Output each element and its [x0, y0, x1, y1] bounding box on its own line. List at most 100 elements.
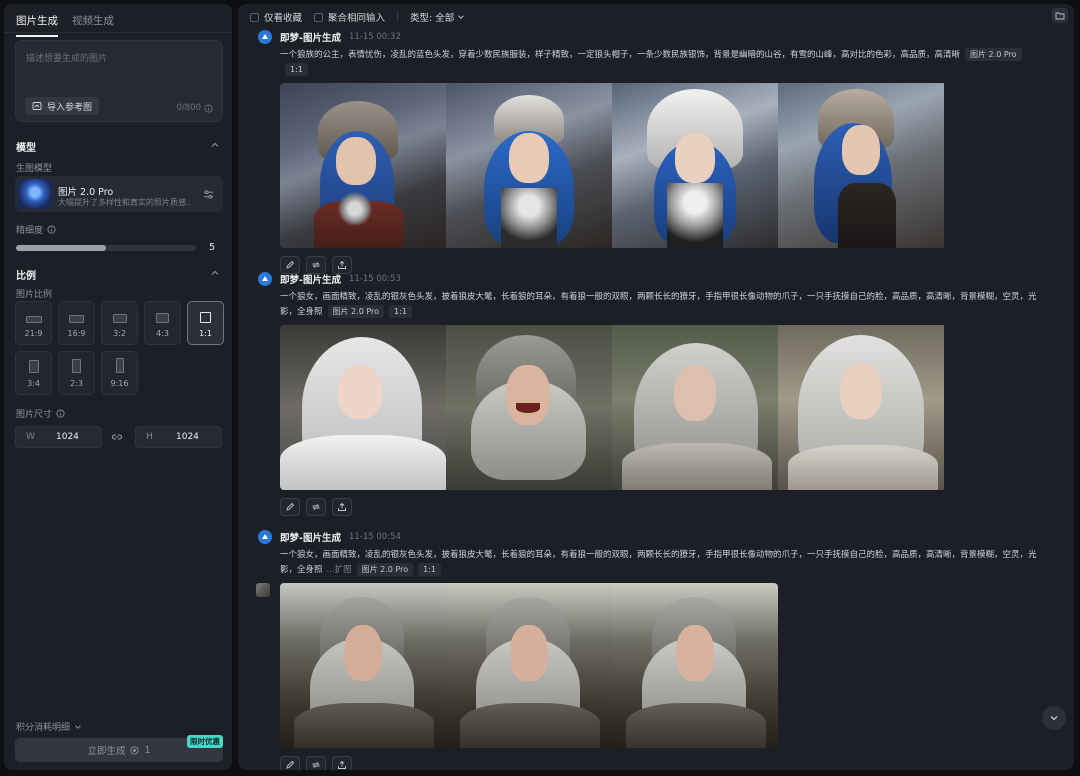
ratio-option-16-9[interactable]: 16:9 — [58, 301, 95, 345]
upload-icon — [338, 502, 346, 511]
left-panel: 图片生成 视频生成 描述想要生成的图片 导入参考图 0/800 模型 生图模型 … — [4, 4, 232, 770]
ratio-option-9-16[interactable]: 9:16 — [101, 351, 138, 395]
ratio-label: 9:16 — [110, 379, 129, 388]
model-section-title: 模型 — [16, 143, 36, 154]
type-filter-dropdown[interactable]: 类型: 全部 — [410, 10, 465, 24]
info-icon[interactable] — [47, 225, 56, 234]
detail-label-text: 精细度 — [16, 226, 44, 236]
info-icon[interactable] — [204, 103, 213, 113]
generated-image[interactable] — [778, 83, 944, 248]
width-input[interactable]: W 1024 — [15, 426, 102, 448]
ratio-option-3-2[interactable]: 3:2 — [101, 301, 138, 345]
import-reference-label: 导入参考图 — [47, 102, 93, 113]
settings-sliders-icon[interactable] — [203, 189, 214, 200]
repeat-icon — [312, 262, 320, 268]
chevron-up-icon[interactable] — [210, 140, 220, 150]
checkbox-box — [250, 12, 259, 22]
model-chip: 图片 2.0 Pro — [327, 305, 385, 318]
ratio-option-2-3[interactable]: 2:3 — [58, 351, 95, 395]
regenerate-button[interactable] — [306, 498, 326, 516]
ratio-option-21-9[interactable]: 21:9 — [15, 301, 52, 345]
ratio-label: 3:4 — [27, 379, 40, 388]
reference-image-thumbnail[interactable] — [256, 583, 270, 597]
ratio-option-4-3[interactable]: 4:3 — [144, 301, 181, 345]
folder-button[interactable] — [1052, 8, 1068, 23]
record-prompt[interactable]: 一个狼族的公主，表情忧伤，凌乱的蓝色头发，穿着少数民族服装，样子精致，一定狼头帽… — [280, 48, 1048, 78]
scroll-to-bottom-button[interactable] — [1042, 706, 1066, 730]
generation-record: 即梦-图片生成 11-15 00:32 一个狼族的公主，表情忧伤，凌乱的蓝色头发… — [258, 30, 1048, 274]
model-chip: 图片 2.0 Pro — [356, 563, 414, 576]
generated-image[interactable] — [612, 83, 778, 248]
ratio-shape — [72, 359, 81, 373]
share-button[interactable] — [332, 756, 352, 770]
ratio-chip: 1:1 — [389, 305, 412, 318]
detail-slider[interactable] — [16, 245, 196, 251]
tab-image-generation[interactable]: 图片生成 — [16, 13, 58, 37]
ratio-chip: 1:1 — [285, 63, 308, 76]
generated-image[interactable] — [280, 583, 446, 748]
credits-label: 积分消耗明细 — [16, 723, 71, 733]
results-toolbar: 仅看收藏 聚合相同输入 类型: 全部 — [250, 10, 465, 24]
ratio-section-title: 比例 — [16, 271, 36, 282]
import-reference-button[interactable]: 导入参考图 — [25, 97, 100, 115]
generated-image[interactable] — [612, 583, 778, 748]
generate-cost: 1 — [144, 744, 151, 756]
record-header: 即梦-图片生成 11-15 00:53 — [258, 272, 1048, 286]
detail-value: 5 — [209, 242, 216, 253]
model-thumbnail — [18, 179, 52, 209]
model-selector[interactable]: 图片 2.0 Pro 大幅提升了多样性和真实的照片质感... — [15, 176, 223, 212]
model-description: 大幅提升了多样性和真实的照片质感... — [58, 198, 190, 207]
pencil-icon — [286, 260, 295, 269]
ratio-option-1-1[interactable]: 1:1 — [187, 301, 224, 345]
edit-button[interactable] — [280, 498, 300, 516]
ratio-label: 21:9 — [24, 329, 43, 338]
height-input[interactable]: H 1024 — [135, 426, 222, 448]
generated-image[interactable] — [446, 83, 612, 248]
credits-detail-toggle[interactable]: 积分消耗明细 — [16, 720, 82, 733]
ratio-label: 4:3 — [156, 329, 169, 338]
upload-icon — [338, 260, 346, 269]
record-prompt[interactable]: 一个狼女，画面精致，凌乱的银灰色头发，披着狼皮大氅，长着狼的耳朵，有着狼一般的双… — [280, 290, 1048, 320]
merge-input-checkbox[interactable]: 聚合相同输入 — [314, 10, 385, 24]
folder-icon — [1055, 12, 1065, 20]
record-title: 即梦-图片生成 — [280, 275, 341, 286]
ratio-shape — [25, 316, 42, 323]
char-counter-text: 0/800 — [176, 103, 202, 113]
results-panel: 仅看收藏 聚合相同输入 类型: 全部 即梦-图片生成 11-15 00:32 一… — [238, 4, 1074, 770]
model-name: 图片 2.0 Pro — [58, 187, 114, 198]
generated-image[interactable] — [612, 325, 778, 490]
ratio-option-3-4[interactable]: 3:4 — [15, 351, 52, 395]
link-icon[interactable] — [111, 431, 123, 443]
generated-image[interactable] — [280, 83, 446, 248]
repeat-icon — [312, 762, 320, 768]
generated-image[interactable] — [446, 583, 612, 748]
dreamina-logo-icon — [258, 272, 272, 286]
height-key: H — [146, 432, 153, 442]
record-prompt-text: 一个狼族的公主，表情忧伤，凌乱的蓝色头发，穿着少数民族服装，样子精致，一定狼头帽… — [280, 50, 961, 60]
record-title: 即梦-图片生成 — [280, 533, 341, 544]
dreamina-logo-icon — [258, 30, 272, 44]
record-time: 11-15 00:53 — [348, 274, 401, 284]
pencil-icon — [286, 760, 295, 769]
prompt-placeholder: 描述想要生成的图片 — [26, 54, 108, 64]
image-import-icon — [32, 102, 42, 110]
expand-image-link[interactable]: ...扩图 — [327, 565, 352, 575]
share-button[interactable] — [332, 498, 352, 516]
tab-video-generation[interactable]: 视频生成 — [72, 13, 114, 37]
ratio-label: 1:1 — [199, 329, 212, 338]
edit-button[interactable] — [280, 756, 300, 770]
pencil-icon — [286, 502, 295, 511]
info-icon[interactable] — [56, 409, 65, 418]
chevron-down-icon — [75, 724, 81, 729]
tabs-divider — [4, 32, 232, 33]
generated-image[interactable] — [446, 325, 612, 490]
prompt-input[interactable]: 描述想要生成的图片 导入参考图 0/800 — [15, 40, 223, 122]
regenerate-button[interactable] — [306, 756, 326, 770]
generated-image[interactable] — [778, 325, 944, 490]
generate-button[interactable]: 立即生成 1 限时优惠 — [15, 735, 223, 762]
chevron-up-icon[interactable] — [210, 268, 220, 278]
record-prompt[interactable]: 一个狼女，画面精致，凌乱的银灰色头发，披着狼皮大氅，长着狼的耳朵，有着狼一般的双… — [280, 548, 1048, 578]
only-favorites-checkbox[interactable]: 仅看收藏 — [250, 10, 302, 24]
size-label-text: 图片尺寸 — [16, 410, 53, 420]
generated-image[interactable] — [280, 325, 446, 490]
